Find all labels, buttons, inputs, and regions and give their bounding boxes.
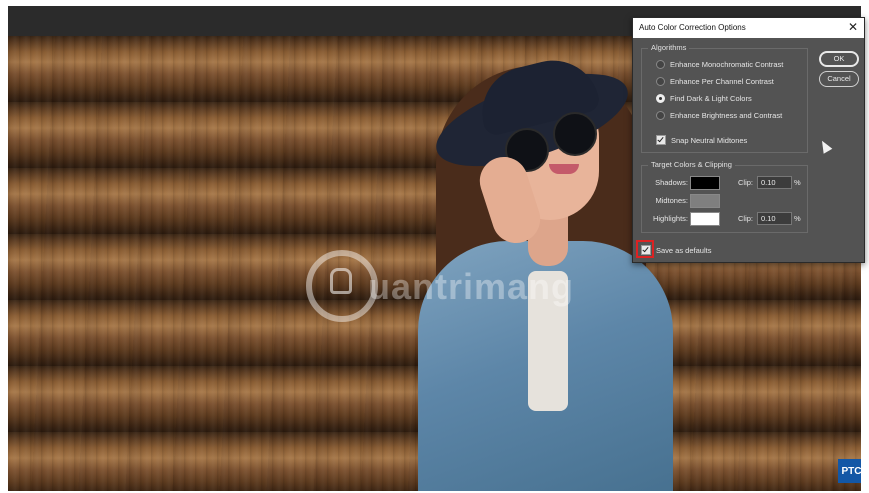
radio-label: Enhance Brightness and Contrast bbox=[670, 111, 783, 120]
radio-label: Enhance Monochromatic Contrast bbox=[670, 60, 784, 69]
ptc-badge: PTC bbox=[838, 459, 861, 483]
radio-enhance-monochromatic-contrast[interactable]: Enhance Monochromatic Contrast bbox=[656, 60, 783, 69]
dialog-title: Auto Color Correction Options bbox=[639, 23, 746, 32]
highlight-annotation-box bbox=[636, 240, 654, 258]
radio-indicator bbox=[656, 111, 665, 120]
watermark-text: uantrimang bbox=[368, 266, 575, 307]
shadows-clip-label: Clip: bbox=[738, 178, 754, 187]
highlights-label: Highlights: bbox=[652, 214, 688, 223]
ok-button[interactable]: OK bbox=[819, 51, 859, 67]
shadows-label: Shadows: bbox=[655, 178, 688, 187]
lightbulb-icon bbox=[330, 268, 352, 294]
auto-color-correction-dialog: Auto Color Correction Options ✕ Algorith… bbox=[632, 17, 865, 263]
checkbox-indicator bbox=[656, 135, 666, 145]
midtones-label: Midtones: bbox=[655, 196, 688, 205]
algorithms-group: Algorithms Enhance Monochromatic Contras… bbox=[641, 43, 808, 153]
cancel-button[interactable]: Cancel bbox=[819, 71, 859, 87]
algorithms-group-label: Algorithms bbox=[648, 43, 690, 52]
shadows-color-swatch[interactable] bbox=[690, 176, 720, 190]
radio-enhance-brightness-contrast[interactable]: Enhance Brightness and Contrast bbox=[656, 111, 782, 120]
target-group-label: Target Colors & Clipping bbox=[648, 160, 735, 169]
highlights-clip-unit: % bbox=[794, 214, 801, 223]
radio-indicator-selected bbox=[656, 94, 665, 103]
sunglasses-right-lens bbox=[553, 112, 597, 156]
radio-enhance-per-channel-contrast[interactable]: Enhance Per Channel Contrast bbox=[656, 77, 774, 86]
shadows-clip-unit: % bbox=[794, 178, 801, 187]
midtones-color-swatch[interactable] bbox=[690, 194, 720, 208]
radio-label: Find Dark & Light Colors bbox=[670, 94, 752, 103]
radio-find-dark-light-colors[interactable]: Find Dark & Light Colors bbox=[656, 94, 752, 103]
target-colors-clipping-group: Target Colors & Clipping Shadows: Clip: … bbox=[641, 160, 808, 233]
close-icon[interactable]: ✕ bbox=[848, 20, 858, 34]
checkbox-label: Snap Neutral Midtones bbox=[671, 135, 748, 145]
highlights-clip-input[interactable]: 0.10 bbox=[757, 212, 792, 225]
radio-indicator bbox=[656, 60, 665, 69]
snap-neutral-midtones-checkbox[interactable]: Snap Neutral Midtones bbox=[656, 135, 747, 145]
radio-label: Enhance Per Channel Contrast bbox=[670, 77, 774, 86]
shadows-clip-input[interactable]: 0.10 bbox=[757, 176, 792, 189]
checkbox-label: Save as defaults bbox=[656, 245, 712, 255]
radio-indicator bbox=[656, 77, 665, 86]
dialog-titlebar: Auto Color Correction Options ✕ bbox=[633, 18, 864, 38]
highlights-color-swatch[interactable] bbox=[690, 212, 720, 226]
highlights-clip-label: Clip: bbox=[738, 214, 754, 223]
